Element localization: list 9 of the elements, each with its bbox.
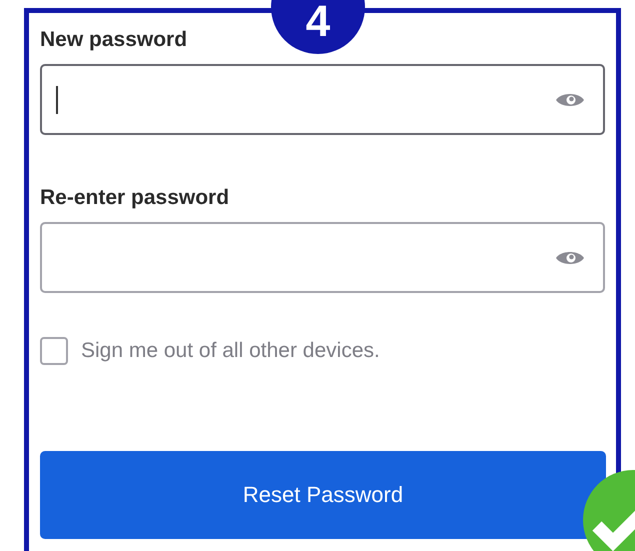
password-field[interactable] <box>40 222 605 294</box>
step-number-badge: 4 <box>271 0 365 54</box>
reset-password-button[interactable]: Reset Password <box>40 450 606 539</box>
text-cursor <box>56 86 58 114</box>
field-label: New password <box>40 27 188 52</box>
password-field[interactable] <box>40 64 605 136</box>
checkbox-label: Sign me out of all other devices. <box>81 338 380 364</box>
field-label: Re-enter password <box>40 185 230 210</box>
checkbox[interactable] <box>40 337 68 366</box>
